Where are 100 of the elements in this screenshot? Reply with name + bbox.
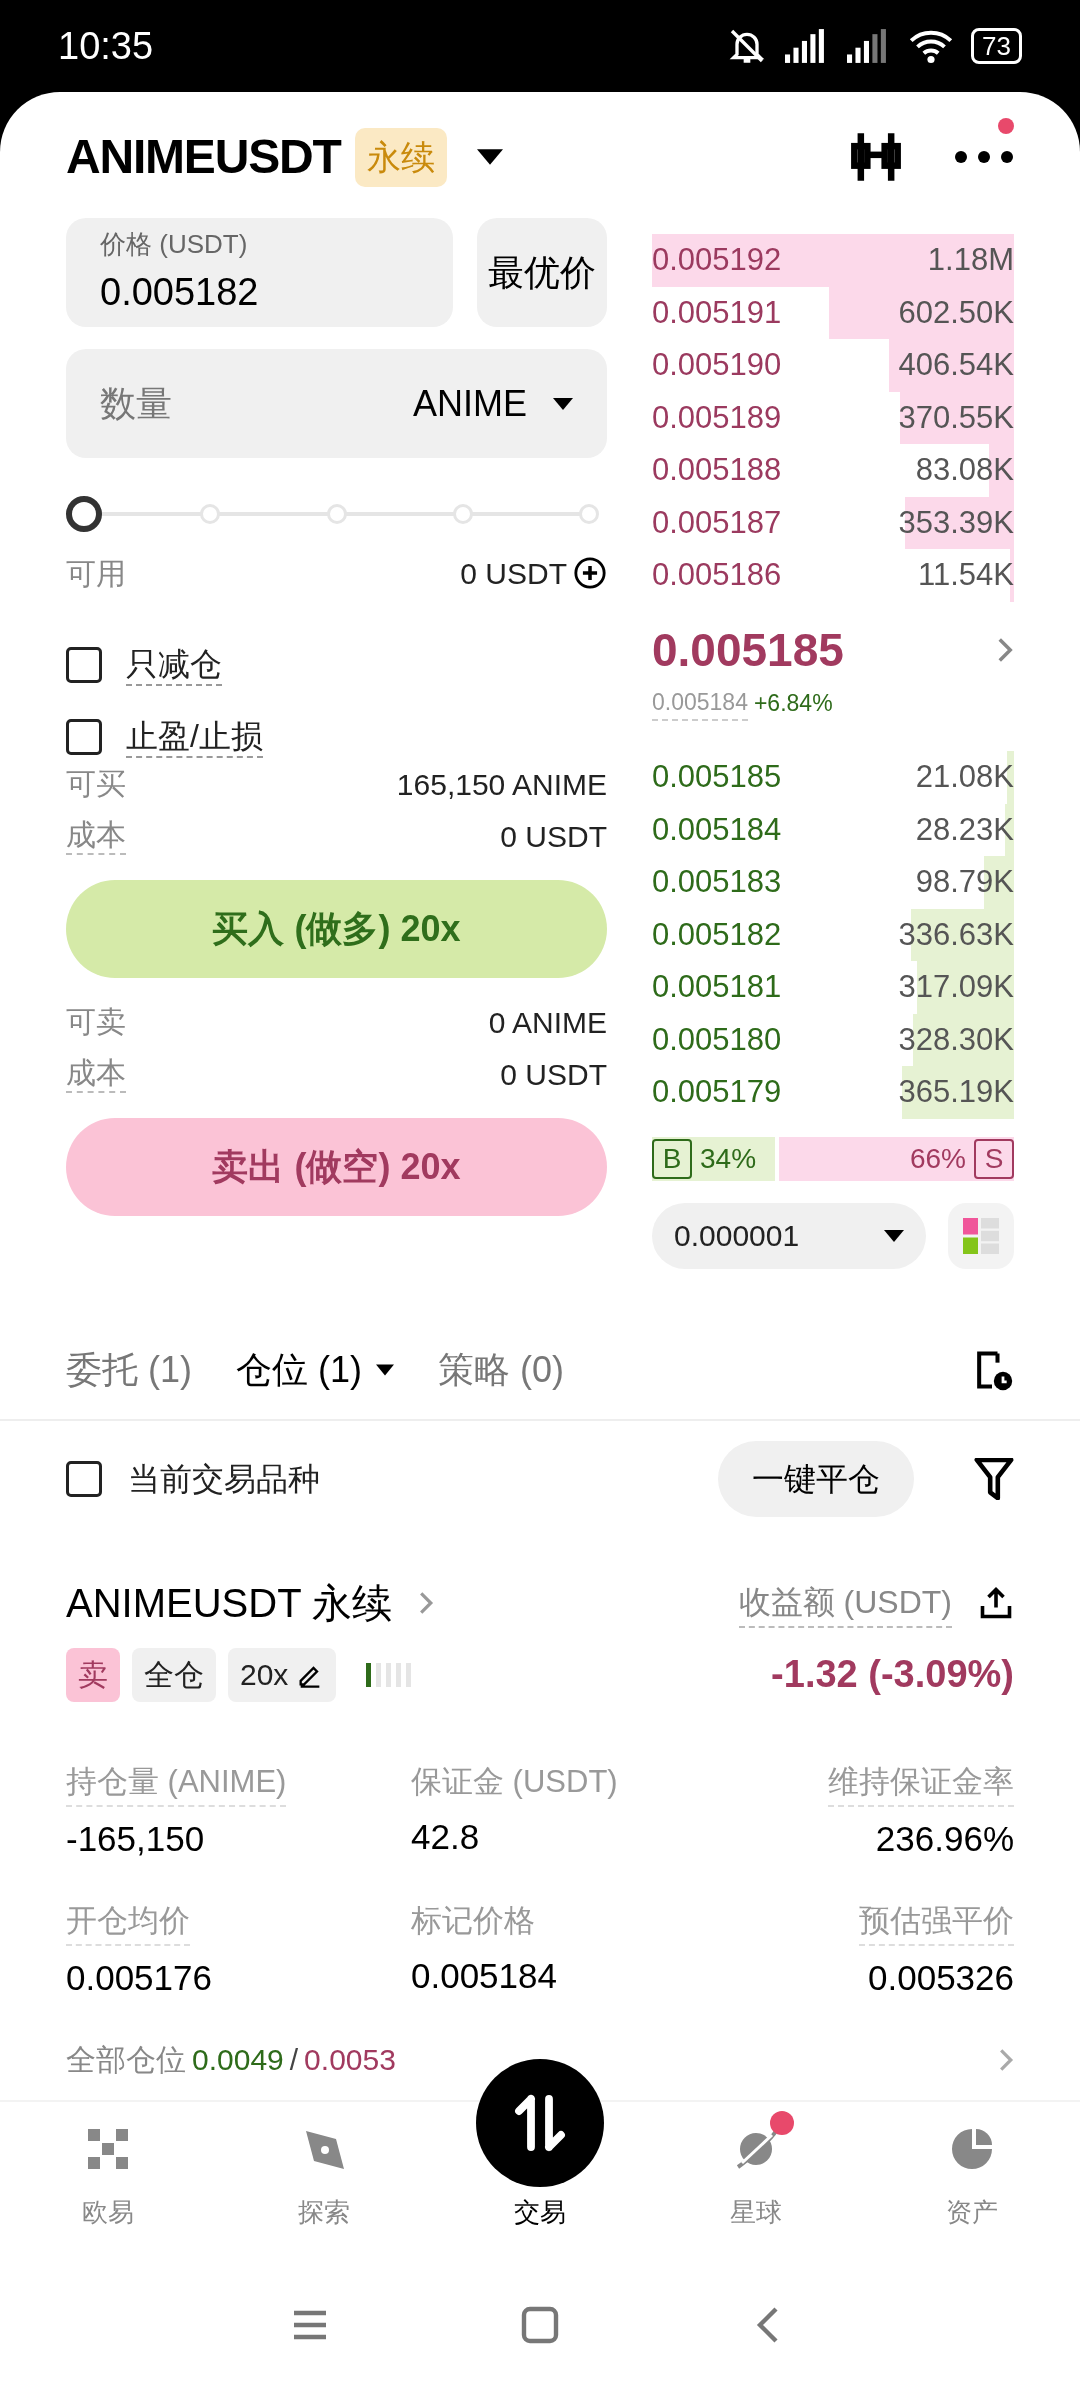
order-amount: 317.09K [898, 968, 1014, 1006]
order-price[interactable]: 0.005187 [652, 499, 899, 546]
position-title[interactable]: ANIMEUSDT 永续 [66, 1572, 392, 1633]
perpetual-badge: 永续 [354, 127, 447, 187]
order-price[interactable]: 0.005191 [652, 289, 899, 336]
info-label: 可卖 [66, 1004, 126, 1040]
option-label[interactable]: 止盈/止损 [126, 716, 263, 758]
available-label: 可用 [66, 555, 127, 592]
info-value: 0 ANIME [488, 1004, 607, 1041]
order-price[interactable]: 0.005190 [652, 342, 899, 389]
pnl-label: 收益额 (USDT) [738, 1577, 952, 1628]
nav-tab[interactable]: 资产 [864, 2102, 1080, 2250]
nav-tab[interactable]: 探索 [216, 2102, 432, 2250]
filter-label: 当前交易品种 [128, 1459, 320, 1499]
order-price[interactable]: 0.005189 [652, 394, 899, 441]
nav-tab[interactable]: 交易 [432, 2058, 648, 2250]
stat-value: 0.005176 [66, 1957, 212, 1999]
order-amount: 28.23K [915, 810, 1014, 849]
order-price[interactable]: 0.005188 [652, 447, 916, 494]
chevron-right-icon[interactable] [417, 1589, 434, 1616]
tab[interactable]: 委托 (1) [66, 1342, 192, 1397]
share-icon[interactable] [978, 1584, 1014, 1621]
order-price[interactable]: 0.005179 [652, 1069, 899, 1116]
price-field[interactable]: 价格 (USDT) 0.005182 [66, 218, 453, 327]
stat-label: 持仓量 (ANIME) [66, 1758, 287, 1807]
mark-price: 0.005184 [652, 684, 748, 721]
book-layout-icon [963, 1217, 999, 1254]
order-amount: 370.55K [898, 398, 1014, 437]
info-label: 可买 [66, 766, 126, 802]
tab[interactable]: 仓位 (1) [236, 1342, 394, 1397]
sell-short-button[interactable]: 卖出 (做空) 20x [66, 1118, 607, 1216]
stat-value: 0.005326 [868, 1957, 1014, 1999]
stat-label: 保证金 (USDT) [411, 1762, 618, 1801]
order-price[interactable]: 0.005181 [652, 964, 899, 1011]
buy-long-button[interactable]: 买入 (做多) 20x [66, 880, 607, 978]
symbol-title[interactable]: ANIMEUSDT [66, 121, 341, 193]
order-amount: 406.54K [898, 346, 1014, 384]
pnl-value: -1.32 (-3.09%) [771, 1652, 1014, 1697]
stat-label: 维持保证金率 [828, 1758, 1014, 1807]
order-amount: 328.30K [898, 1020, 1014, 1059]
order-price[interactable]: 0.005183 [652, 859, 916, 906]
stat-label: 标记价格 [411, 1901, 535, 1940]
order-price[interactable]: 0.005180 [652, 1016, 899, 1063]
stat-label: 预估强平价 [859, 1897, 1014, 1946]
order-amount: 11.54K [918, 556, 1014, 594]
stat-value: 42.8 [411, 1816, 480, 1858]
caret-down-icon[interactable] [476, 148, 503, 166]
chevron-right-icon[interactable] [996, 636, 1014, 664]
info-label: 成本 [66, 1055, 126, 1093]
order-amount: 21.08K [915, 758, 1014, 796]
status-time: 10:35 [58, 23, 154, 69]
order-price[interactable]: 0.005184 [652, 806, 916, 853]
checkbox[interactable] [66, 1460, 102, 1497]
separator: / [289, 2042, 299, 2078]
quantity-field[interactable]: 数量 ANIME [66, 349, 607, 458]
buy-percent: 34% [700, 1141, 757, 1176]
order-price[interactable]: 0.005192 [652, 237, 928, 284]
buy-letter: B [652, 1138, 692, 1179]
available-value: 0 USDT [460, 555, 567, 592]
sell-percent: 66% [909, 1141, 966, 1176]
filter-icon[interactable] [974, 1457, 1014, 1500]
stat-value: 0.005184 [411, 1955, 557, 1997]
info-value: 0 USDT [500, 818, 607, 855]
close-all-button[interactable]: 一键平仓 [718, 1440, 914, 1517]
layout-button[interactable] [948, 1202, 1014, 1269]
order-amount: 602.50K [898, 293, 1014, 332]
precision-select[interactable]: 0.000001 [652, 1202, 926, 1269]
order-amount: 83.08K [915, 451, 1014, 489]
stat-label: 开仓均价 [66, 1897, 190, 1946]
order-price[interactable]: 0.005185 [652, 754, 916, 801]
tab[interactable]: 策略 (0) [438, 1342, 564, 1397]
best-price-button[interactable]: 最优价 [477, 218, 607, 327]
price-change: +6.84% [753, 688, 833, 718]
info-label: 成本 [66, 817, 126, 855]
nav-tab[interactable]: 星球 [648, 2102, 864, 2250]
position-tag: 全仓 [132, 1647, 216, 1702]
checkbox[interactable] [66, 647, 102, 683]
order-price[interactable]: 0.005182 [652, 911, 899, 958]
order-price[interactable]: 0.005186 [652, 552, 919, 599]
order-amount: 353.39K [898, 503, 1014, 542]
caret-down-icon [553, 397, 573, 410]
position-tag[interactable]: 20x [228, 1647, 337, 1702]
wifi-icon [909, 28, 954, 64]
long-value: 0.0049 [192, 2042, 284, 2078]
summary-label: 全部仓位 [66, 2042, 186, 2078]
checkbox[interactable] [66, 719, 102, 755]
last-price: 0.005185 [652, 622, 845, 678]
short-value: 0.0053 [304, 2042, 396, 2078]
info-value: 165,150 ANIME [396, 766, 607, 803]
nav-tab[interactable]: 欧易 [0, 2102, 216, 2250]
option-label[interactable]: 只减仓 [126, 644, 222, 686]
sell-letter: S [974, 1138, 1014, 1179]
home-icon[interactable] [520, 2305, 560, 2345]
order-amount: 336.63K [898, 915, 1014, 954]
order-amount: 365.19K [898, 1073, 1014, 1111]
add-circle-icon[interactable] [573, 556, 607, 590]
order-amount: 1.18M [927, 241, 1014, 279]
more-icon[interactable] [954, 150, 1014, 164]
stat-value: -165,150 [66, 1818, 205, 1860]
order-amount: 98.79K [915, 863, 1014, 901]
